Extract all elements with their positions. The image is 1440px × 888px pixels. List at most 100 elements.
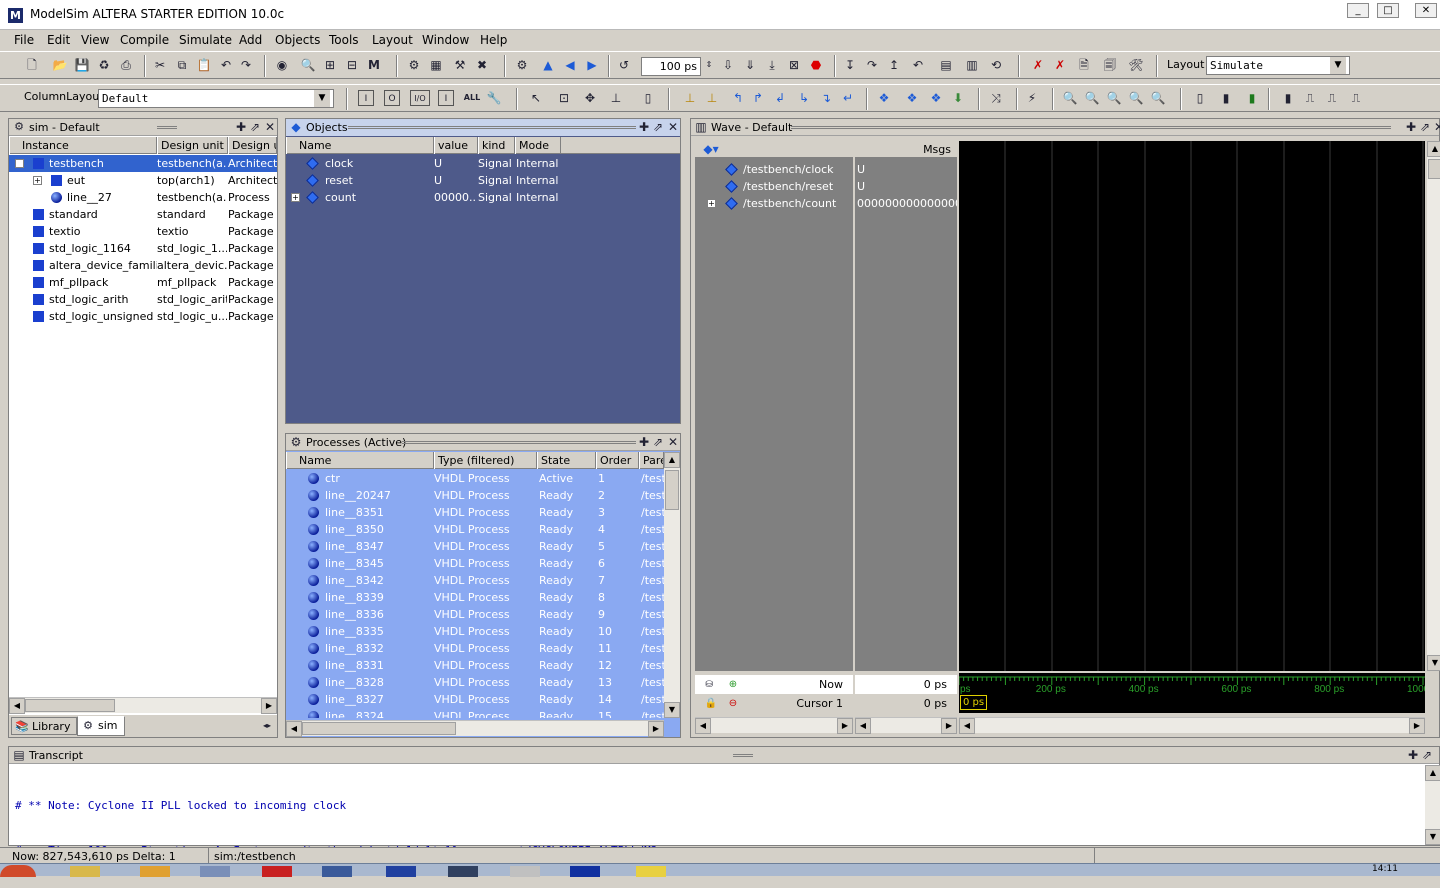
wave-format3-icon[interactable]: ▮ xyxy=(1244,90,1260,106)
scroll-down-icon[interactable]: ▼ xyxy=(1427,655,1440,671)
add-cursor-icon[interactable]: ⊕ xyxy=(725,677,741,693)
process-row[interactable]: line__8345 VHDL Process Ready 6/test xyxy=(286,555,664,572)
col-name[interactable]: Name xyxy=(286,137,434,154)
sim-tree-row[interactable]: standard standard Package xyxy=(9,206,277,223)
delete-icon[interactable]: ✗ xyxy=(1052,57,1068,73)
tools-icon[interactable]: 🛠 xyxy=(1128,57,1144,73)
taskbar-app-icon[interactable] xyxy=(448,866,478,877)
inout-filter-icon[interactable]: I/O xyxy=(410,90,430,106)
edit-wave-icon[interactable]: ▯ xyxy=(640,90,656,106)
reload-icon[interactable]: ♻ xyxy=(96,57,112,73)
tab-library[interactable]: 📚 Library xyxy=(11,717,77,735)
simulate-icon[interactable]: ⚙ xyxy=(406,57,422,73)
find-rising-icon[interactable]: ↵ xyxy=(840,90,856,106)
minimize-button[interactable]: _ xyxy=(1347,3,1369,18)
cut-icon[interactable]: ✂ xyxy=(152,57,168,73)
process-row[interactable]: line__8331 VHDL Process Ready 12/test xyxy=(286,657,664,674)
sim-tree-row[interactable]: line__27 testbench(a... Process xyxy=(9,189,277,206)
copy-icon[interactable]: ⧉ xyxy=(174,57,190,73)
taskbar-app-icon[interactable] xyxy=(262,866,292,877)
scroll-left-icon[interactable]: ◀ xyxy=(9,698,25,714)
layout-dropdown-icon[interactable]: ▼ xyxy=(1330,57,1346,74)
col-proc-name[interactable]: Name xyxy=(286,452,434,469)
menu-layout[interactable]: Layout xyxy=(372,33,413,47)
scroll-right-icon[interactable]: ▶ xyxy=(837,718,853,734)
clear-icon[interactable]: ✗ xyxy=(1030,57,1046,73)
layout-select[interactable]: Simulate xyxy=(1206,56,1350,75)
wave-hscroll[interactable]: ◀ ▶ xyxy=(959,717,1425,734)
processes-vscroll-thumb[interactable] xyxy=(665,470,679,510)
sim-undock-icon[interactable]: ⇗ xyxy=(247,119,263,135)
step-back-icon[interactable]: ↶ xyxy=(910,57,926,73)
process-row[interactable]: ctr VHDL Process Active 1/test xyxy=(286,470,664,487)
scroll-down-icon[interactable]: ▼ xyxy=(664,702,680,718)
insert-cursor-icon[interactable]: ⊥ xyxy=(682,90,698,106)
run-length-spinner-icon[interactable]: ⇕ xyxy=(701,57,717,73)
object-row[interactable]: + count 00000... Signal Internal xyxy=(286,189,680,206)
grid-icon[interactable]: ▦ xyxy=(428,57,444,73)
tab-scroll-icon[interactable]: ◂▸ xyxy=(259,718,275,734)
taskbar-app-icon[interactable] xyxy=(70,866,100,877)
taskbar-app-icon[interactable] xyxy=(200,866,230,877)
step-icon[interactable]: ↧ xyxy=(842,57,858,73)
scroll-up-icon[interactable]: ▲ xyxy=(1425,765,1440,781)
stop-icon[interactable]: ⬣ xyxy=(808,57,824,73)
sim-tree-row[interactable]: + eut top(arch1) Architectu xyxy=(9,172,277,189)
run-length-input[interactable]: 100 ps xyxy=(641,57,701,76)
col-value[interactable]: value xyxy=(434,137,478,154)
delete-cursor-icon[interactable]: ⊥ xyxy=(704,90,720,106)
taskbar-app-icon[interactable] xyxy=(570,866,600,877)
wave-config-icon[interactable]: ⚒ xyxy=(452,57,468,73)
undo-icon[interactable]: ↶ xyxy=(218,57,234,73)
sim-tree-row[interactable]: std_logic_unsigned std_logic_u... Package xyxy=(9,308,277,325)
process-row[interactable]: line__8351 VHDL Process Ready 3/test xyxy=(286,504,664,521)
history-icon[interactable]: ⟲ xyxy=(988,57,1004,73)
internal-filter-icon[interactable]: I xyxy=(438,90,454,106)
wave-close-icon[interactable]: ✕ xyxy=(1431,119,1440,135)
taskbar-app-icon[interactable] xyxy=(322,866,352,877)
col-proc-order[interactable]: Order xyxy=(596,452,639,469)
break-icon[interactable]: ✖ xyxy=(474,57,490,73)
save-icon[interactable]: 💾 xyxy=(74,57,90,73)
wave-event-icon[interactable]: ⎍ xyxy=(1324,90,1340,106)
col-proc-type[interactable]: Type (filtered) xyxy=(434,452,537,469)
report-icon[interactable]: 🗐 xyxy=(1102,57,1118,73)
taskbar-app-icon[interactable] xyxy=(636,866,666,877)
start-button[interactable] xyxy=(0,865,36,877)
scroll-up-icon[interactable]: ▲ xyxy=(1427,141,1440,157)
back-arrow-icon[interactable]: ◀ xyxy=(562,57,578,73)
taskbar-app-icon[interactable] xyxy=(510,866,540,877)
process-row[interactable]: line__8327 VHDL Process Ready 14/test xyxy=(286,691,664,708)
sim-tree-row[interactable]: std_logic_arithstd_logic_arithPackage xyxy=(9,291,277,308)
process-row[interactable]: line__8350 VHDL Process Ready 4/test xyxy=(286,521,664,538)
col-proc-parent[interactable]: Pare xyxy=(639,452,664,469)
menu-objects[interactable]: Objects xyxy=(275,33,320,47)
sim-close-icon[interactable]: ✕ xyxy=(262,119,278,135)
dataflow-icon[interactable]: ⊟ xyxy=(344,57,360,73)
processes-vscroll[interactable]: ▲ ▼ xyxy=(664,452,680,718)
zoom-out-icon[interactable]: 🔍 xyxy=(1084,90,1100,106)
close-window-button[interactable]: ✕ xyxy=(1415,3,1437,18)
objects-close-icon[interactable]: ✕ xyxy=(665,119,681,135)
group-icon[interactable]: ❖ xyxy=(904,90,920,106)
scroll-left-icon[interactable]: ◀ xyxy=(695,718,711,734)
continue-icon[interactable]: ⇓ xyxy=(742,57,758,73)
sim-tree-row[interactable]: textio textio Package xyxy=(9,223,277,240)
prev-transition-icon[interactable]: ↲ xyxy=(772,90,788,106)
taskbar-app-icon[interactable] xyxy=(140,866,170,877)
wave-timeline[interactable]: ps 200 ps 400 ps 600 ps 800 ps 1000 0 ps xyxy=(959,673,1425,713)
run-all-icon[interactable]: ⤓ xyxy=(764,57,780,73)
wave-signal-row[interactable]: + /testbench/count xyxy=(695,195,853,212)
menu-file[interactable]: File xyxy=(14,33,34,47)
paste-icon[interactable]: 📋 xyxy=(196,57,212,73)
wave-analog-icon[interactable]: ⎍ xyxy=(1348,90,1364,106)
processes-hscroll-thumb[interactable] xyxy=(302,722,456,735)
process-row[interactable]: line__8328 VHDL Process Ready 13/test xyxy=(286,674,664,691)
zoom-range-icon[interactable]: 🔍 xyxy=(1150,90,1166,106)
open-folder-icon[interactable]: 📂 xyxy=(52,57,68,73)
dataflow-wave-icon[interactable]: ⚡ xyxy=(1024,90,1040,106)
scroll-right-icon[interactable]: ▶ xyxy=(941,718,957,734)
wave-values-hscroll[interactable]: ◀ ▶ xyxy=(855,717,957,734)
process-row[interactable]: line__20247 VHDL Process Ready 2/test xyxy=(286,487,664,504)
menu-tools[interactable]: Tools xyxy=(329,33,359,47)
